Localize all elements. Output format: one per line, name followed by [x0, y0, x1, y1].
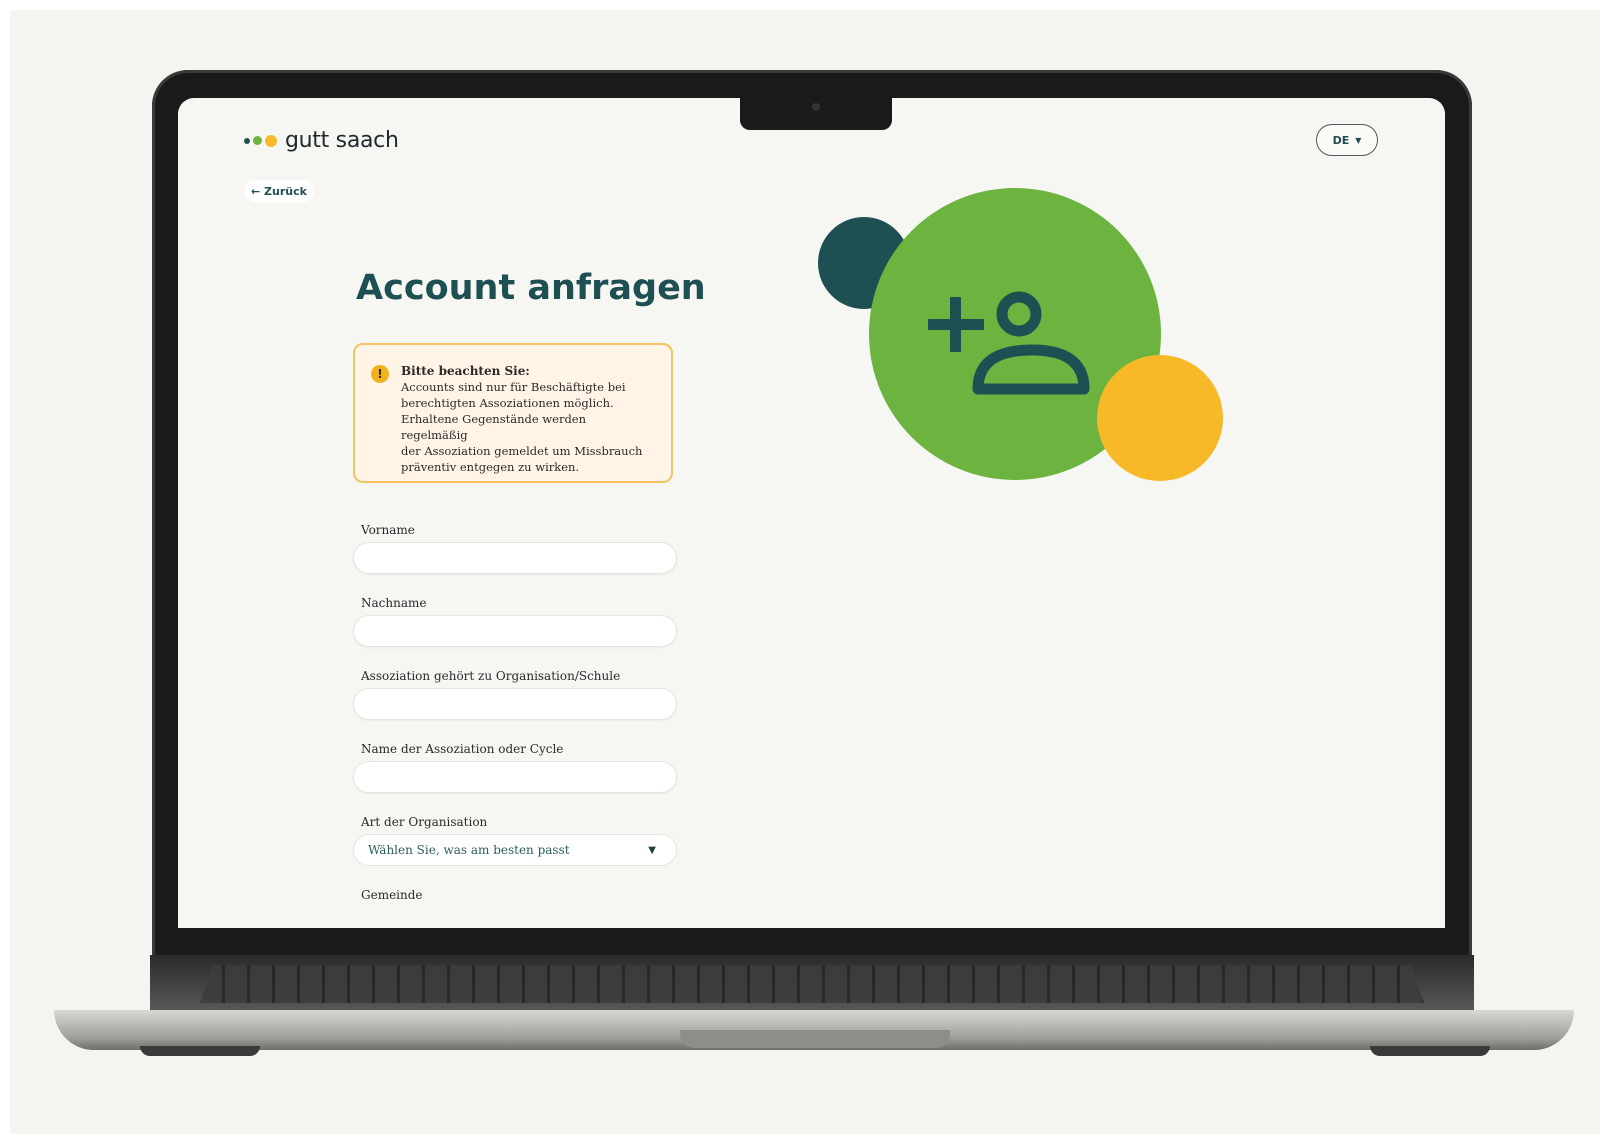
laptop-lid-notch: [680, 1030, 950, 1048]
notice-box: ! Bitte beachten Sie: Accounts sind nur …: [353, 343, 673, 483]
last-name-label: Nachname: [361, 596, 427, 610]
last-name-input[interactable]: [353, 615, 677, 647]
notice-line: präventiv entgegen zu wirken.: [401, 460, 580, 474]
back-button[interactable]: ← Zurück: [244, 180, 314, 202]
notice-title: Bitte beachten Sie:: [401, 364, 530, 378]
yellow-circle: [1097, 355, 1223, 481]
laptop-foot: [1370, 1046, 1490, 1056]
language-select[interactable]: DE ▼: [1316, 124, 1378, 156]
notice-line: Erhaltene Gegenstände werden regelmäßig: [401, 412, 587, 442]
municipality-label: Gemeinde: [361, 888, 423, 902]
language-label: DE: [1332, 133, 1350, 147]
laptop-foot: [140, 1046, 260, 1056]
add-user-illustration: [818, 188, 1223, 481]
page-title: Account anfragen: [356, 268, 706, 308]
camera-notch: [740, 96, 892, 130]
org-type-selected: Wählen Sie, was am besten passt: [368, 843, 570, 857]
association-name-input[interactable]: [353, 761, 677, 793]
first-name-label: Vorname: [361, 523, 415, 537]
back-label: ← Zurück: [251, 184, 307, 198]
keyboard: [200, 965, 1424, 1003]
notice-line: berechtigten Assoziationen möglich.: [401, 396, 614, 410]
chevron-down-icon: ▼: [648, 844, 656, 856]
notice-line: der Assoziation gemeldet um Missbrauch: [401, 444, 643, 458]
organisation-input[interactable]: [353, 688, 677, 720]
organisation-label: Assoziation gehört zu Organisation/Schul…: [361, 669, 621, 683]
notice-line: Accounts sind nur für Beschäftigte bei: [401, 380, 626, 394]
camera-icon: [812, 103, 820, 111]
logo-dots-icon: [244, 134, 277, 147]
logo-text: gutt saach: [285, 128, 399, 153]
org-type-select[interactable]: Wählen Sie, was am besten passt ▼: [353, 834, 677, 866]
first-name-input[interactable]: [353, 542, 677, 574]
laptop-screen: gutt saach DE ▼ ← Zurück Account anfrage…: [178, 98, 1445, 928]
org-type-label: Art der Organisation: [361, 815, 488, 829]
association-name-label: Name der Assoziation oder Cycle: [361, 742, 564, 756]
warning-icon: !: [371, 365, 389, 383]
chevron-down-icon: ▼: [1355, 135, 1362, 145]
logo[interactable]: gutt saach: [244, 128, 399, 153]
